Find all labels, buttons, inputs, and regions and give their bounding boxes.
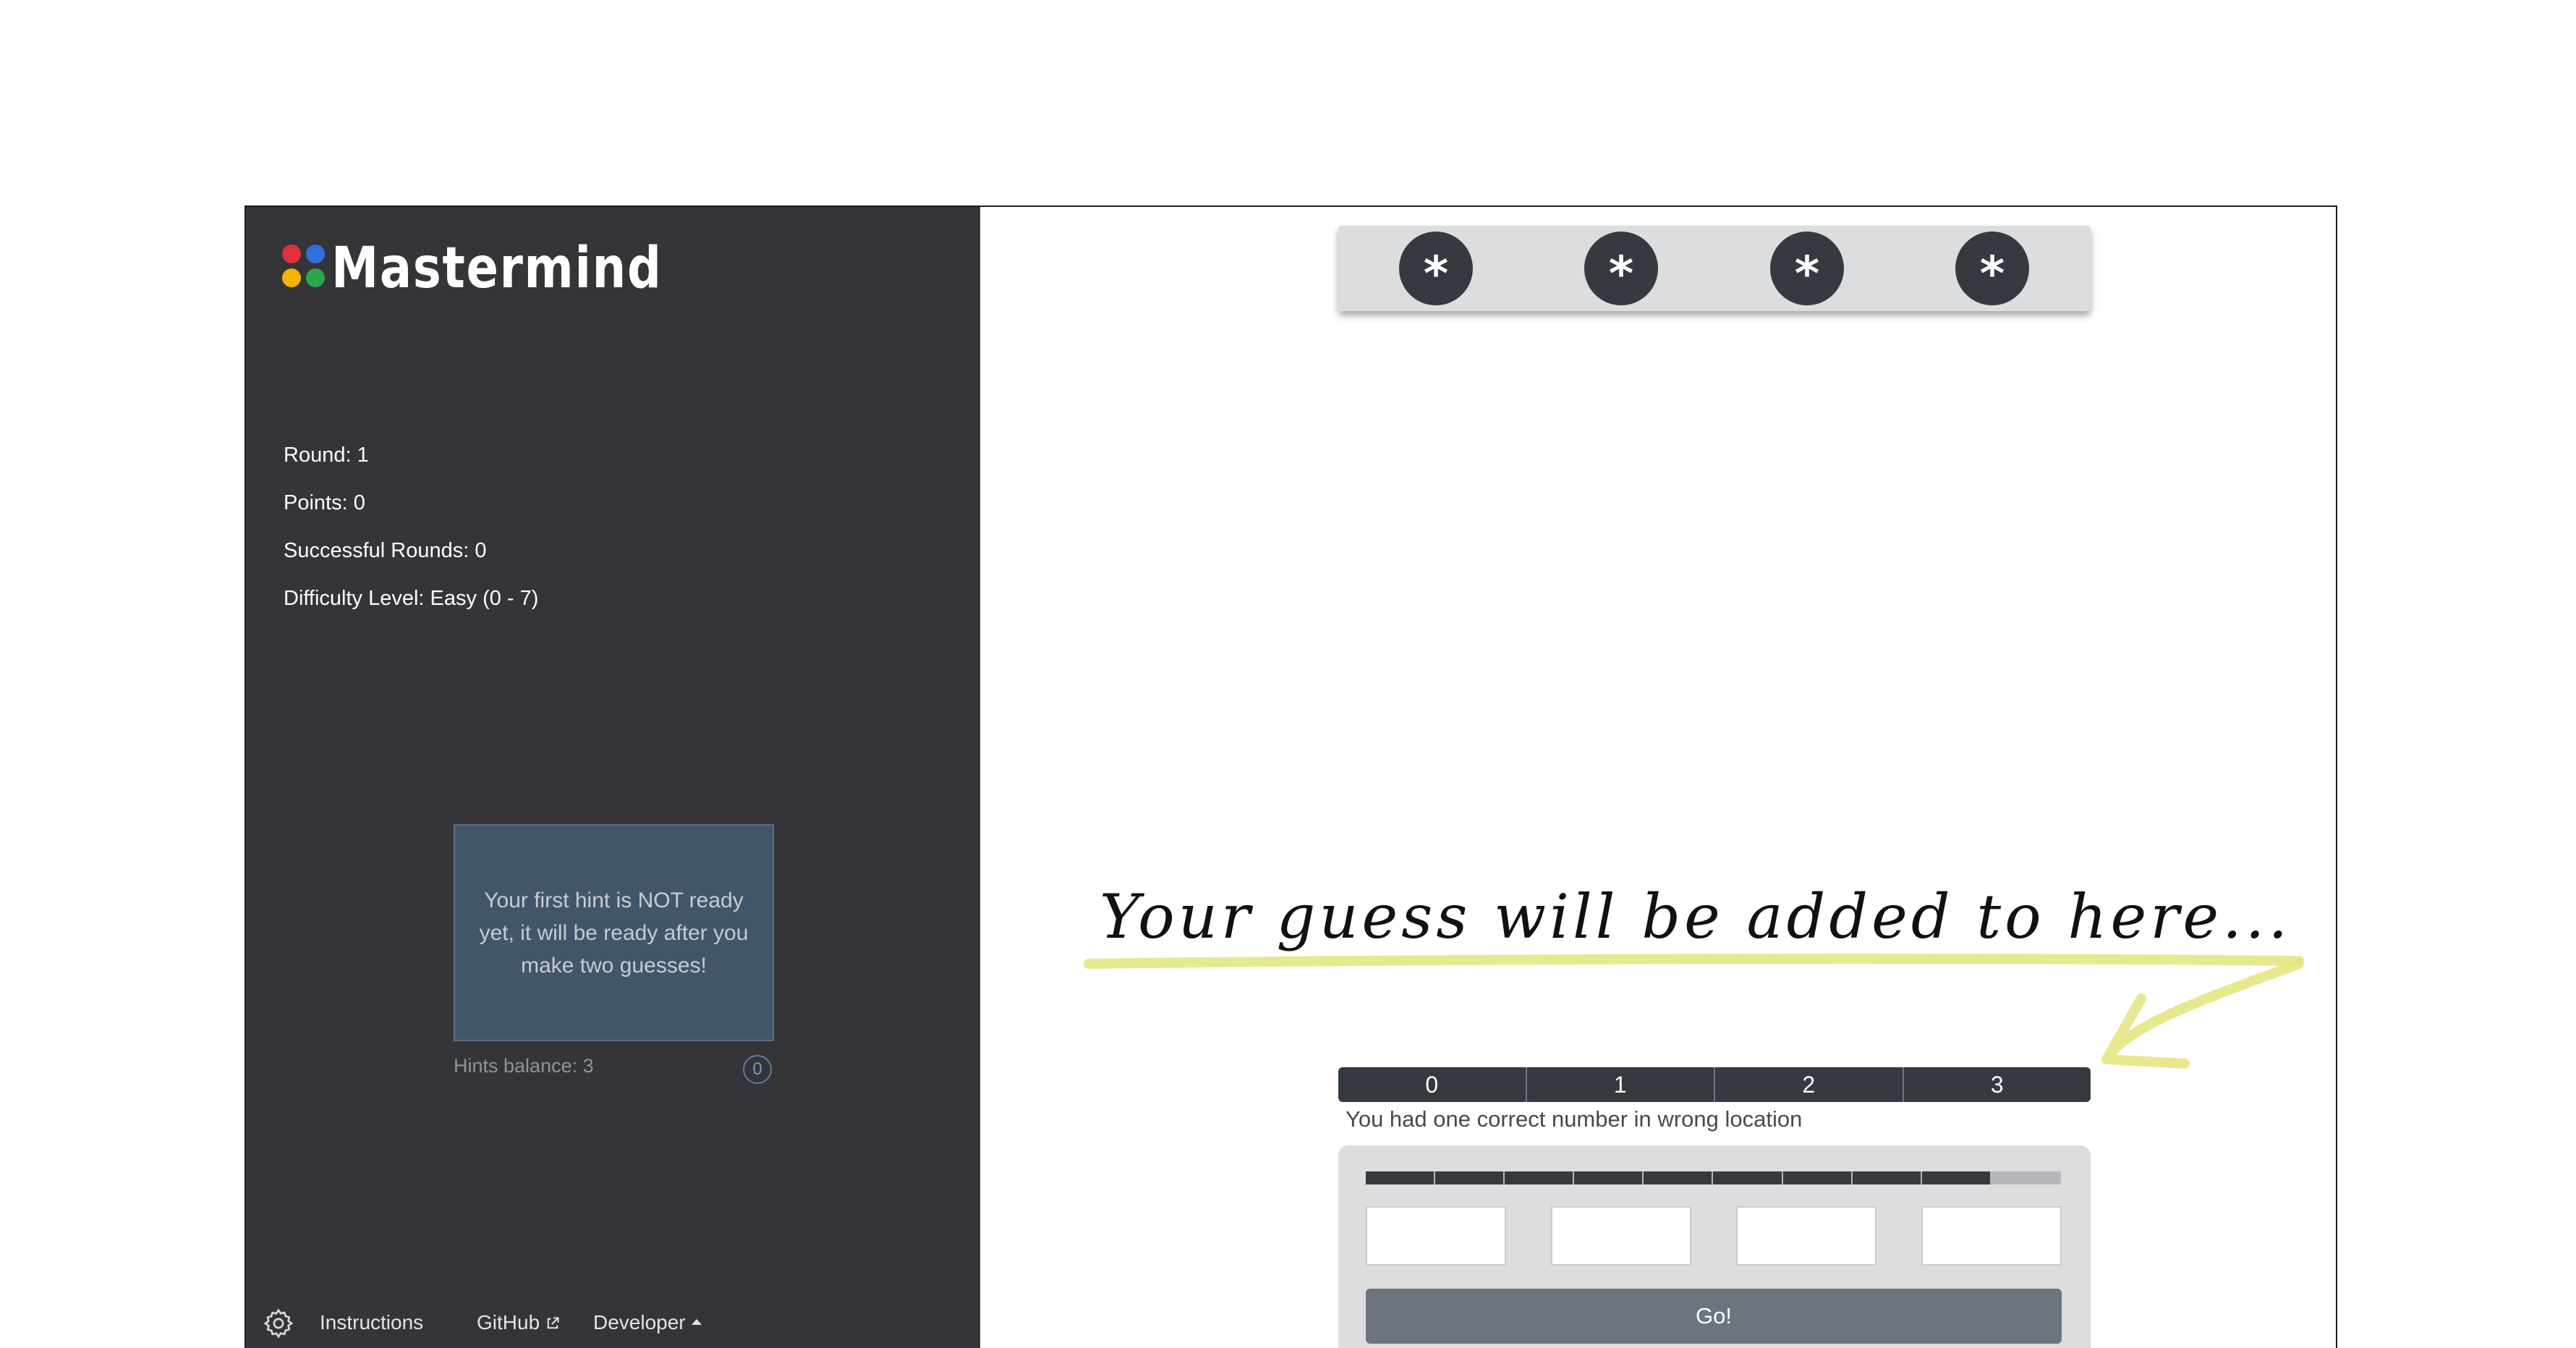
logo-dot-blue (306, 245, 325, 263)
history-column-header: 1 (1527, 1067, 1715, 1102)
guess-input-2[interactable] (1736, 1206, 1876, 1266)
attempt-segment (1782, 1171, 1853, 1184)
attempt-segment (1435, 1171, 1505, 1184)
attempt-segment (1574, 1171, 1644, 1184)
attempt-segment (1505, 1171, 1575, 1184)
github-link[interactable]: GitHub (477, 1311, 560, 1334)
app-title: Mastermind (331, 236, 663, 301)
annotation-text: Your guess will be added to here... (1100, 881, 2291, 952)
arrow-icon (2101, 959, 2304, 1069)
history-column-header: 0 (1338, 1067, 1527, 1102)
hint-card[interactable]: Your first hint is NOT ready yet, it wil… (454, 824, 774, 1041)
hints-balance: Hints balance: 3 (454, 1055, 594, 1077)
logo-dots-icon (282, 245, 327, 289)
secret-peg: * (1399, 232, 1473, 305)
attempt-segment (1921, 1171, 1991, 1184)
secret-code-bar: * * * * (1338, 226, 2091, 311)
secret-peg: * (1770, 232, 1844, 305)
round-stat: Round: 1 (284, 444, 369, 467)
gear-icon[interactable] (262, 1307, 295, 1340)
go-button[interactable]: Go! (1366, 1289, 2062, 1344)
difficulty-stat: Difficulty Level: Easy (0 - 7) (284, 587, 539, 610)
successful-rounds-stat: Successful Rounds: 0 (284, 539, 487, 562)
logo-dot-green (306, 268, 325, 287)
attempt-segment (1713, 1171, 1783, 1184)
history-column-header: 2 (1715, 1067, 1904, 1102)
secret-peg: * (1584, 232, 1658, 305)
developer-menu[interactable]: Developer (593, 1311, 702, 1334)
secret-peg: * (1955, 232, 2029, 305)
developer-menu-label: Developer (593, 1311, 686, 1334)
logo: Mastermind (282, 236, 687, 301)
logo-dot-yellow (282, 268, 301, 287)
attempts-progress-bar (1366, 1171, 2061, 1184)
app-window: Mastermind Round: 1 Points: 0 Successful… (245, 205, 2337, 1348)
github-link-label: GitHub (477, 1311, 540, 1334)
sidebar-footer: Instructions GitHub Developer (262, 1305, 768, 1341)
points-stat: Points: 0 (284, 491, 365, 514)
hints-count-badge: 0 (743, 1055, 772, 1084)
hint-message: Your first hint is NOT ready yet, it wil… (479, 888, 749, 978)
external-link-icon (547, 1317, 559, 1329)
guess-input-0[interactable] (1366, 1206, 1506, 1266)
guess-input-1[interactable] (1551, 1206, 1691, 1266)
caret-up-icon (691, 1319, 702, 1325)
guess-input-panel: Go! (1338, 1145, 2091, 1348)
feedback-message: You had one correct number in wrong loca… (1346, 1106, 1803, 1132)
history-column-header: 3 (1990, 1072, 2004, 1098)
sidebar: Mastermind Round: 1 Points: 0 Successful… (246, 207, 980, 1348)
logo-dot-red (282, 245, 301, 263)
attempt-segment (1852, 1171, 1922, 1184)
instructions-link[interactable]: Instructions (320, 1311, 423, 1334)
guess-history-header: 0 1 2 3 (1338, 1067, 2091, 1102)
guess-input-3[interactable] (1921, 1206, 2062, 1266)
attempt-segment (1644, 1171, 1714, 1184)
attempt-segment (1991, 1171, 2061, 1184)
attempt-segment (1366, 1171, 1436, 1184)
highlight-stroke (1084, 954, 2304, 969)
